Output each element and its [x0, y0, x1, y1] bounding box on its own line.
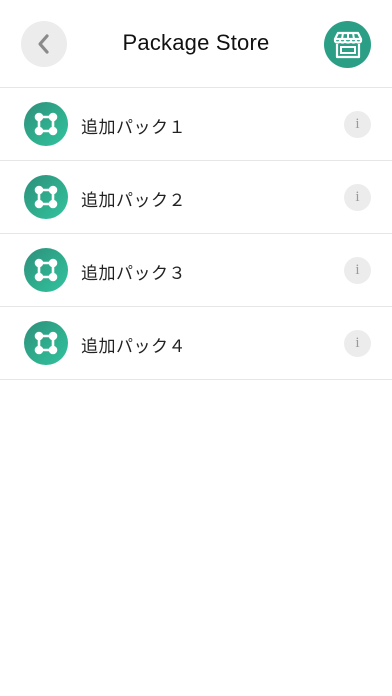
info-button[interactable]: i — [344, 257, 371, 284]
package-row-2[interactable]: 追加パック２ i — [0, 161, 392, 234]
store-button[interactable] — [324, 21, 371, 68]
header: Package Store — [0, 0, 392, 88]
package-row-3[interactable]: 追加パック３ i — [0, 234, 392, 307]
package-label: 追加パック３ — [81, 264, 186, 284]
package-list: 追加パック１ i 追加パック２ i 追加パック３ i 追加パック４ i — [0, 88, 392, 380]
info-button[interactable]: i — [344, 184, 371, 211]
package-row-1[interactable]: 追加パック１ i — [0, 88, 392, 161]
nodes-icon — [24, 321, 68, 365]
info-button[interactable]: i — [344, 330, 371, 357]
nodes-icon — [24, 175, 68, 219]
info-button[interactable]: i — [344, 111, 371, 138]
storefront-icon — [333, 31, 362, 58]
package-row-4[interactable]: 追加パック４ i — [0, 307, 392, 380]
package-label: 追加パック１ — [81, 118, 186, 138]
nodes-icon — [24, 248, 68, 292]
package-label: 追加パック２ — [81, 191, 186, 211]
package-label: 追加パック４ — [81, 337, 186, 357]
nodes-icon — [24, 102, 68, 146]
